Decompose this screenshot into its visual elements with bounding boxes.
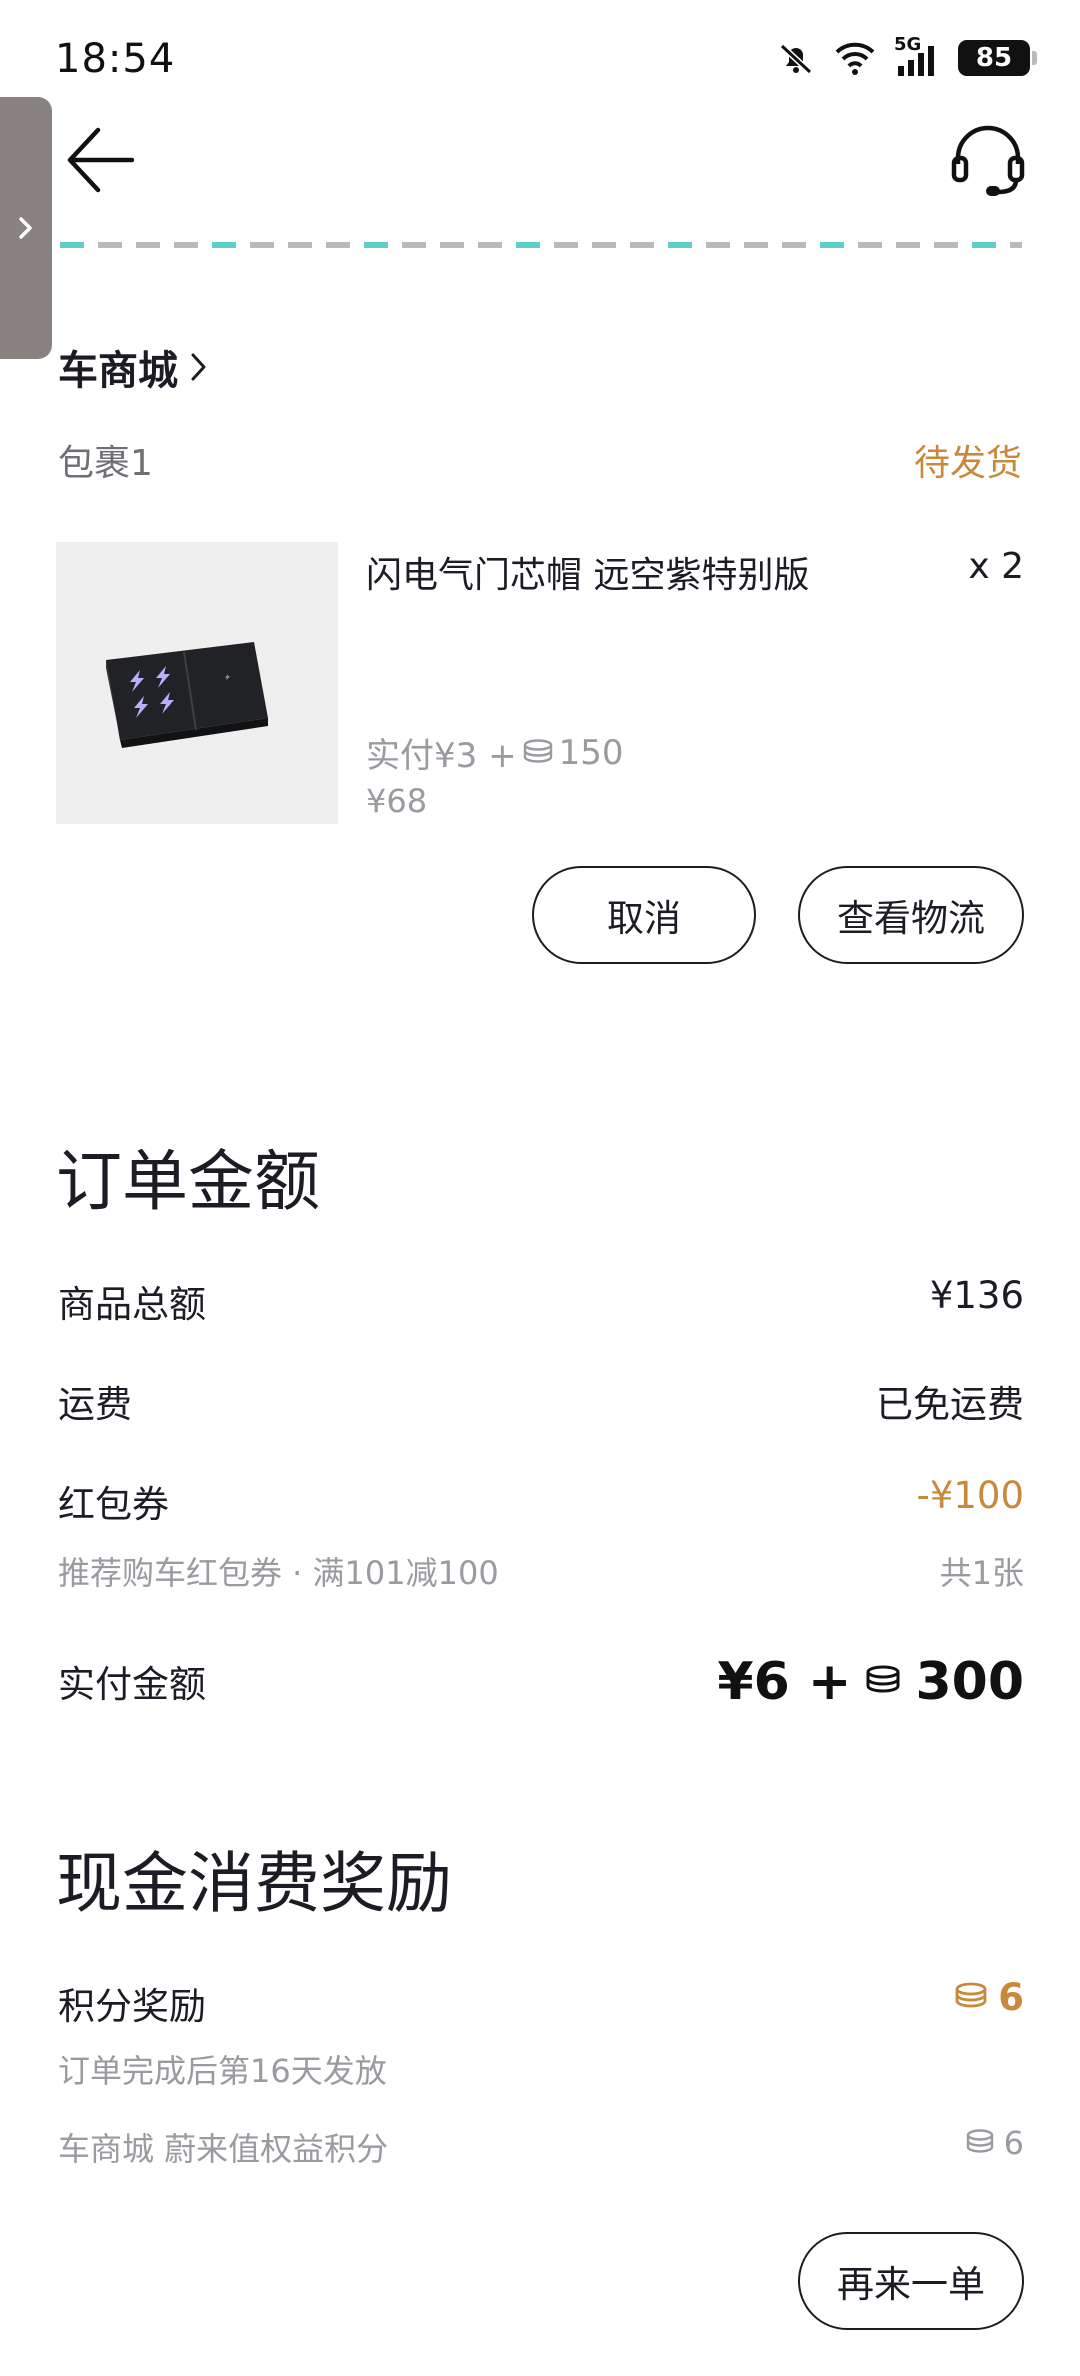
goods-total-value: ¥136	[929, 1274, 1024, 1317]
chevron-right-icon	[191, 353, 206, 381]
product-quantity: x 2	[968, 546, 1024, 587]
shipping-label: 运费	[58, 1383, 132, 1426]
order-amount-title: 订单金额	[56, 1143, 320, 1220]
wifi-icon	[835, 42, 875, 75]
view-logistics-button[interactable]: 查看物流	[798, 866, 1024, 964]
order-detail-page: 18:54 5G 85 车商城 包裹1 待发货 闪电气门芯帽 远空紫特别版 x …	[0, 0, 1080, 2376]
chevron-right-icon	[19, 217, 32, 239]
reorder-button[interactable]: 再来一单	[798, 2232, 1024, 2330]
mute-bell-icon	[779, 43, 813, 75]
package-status: 待发货	[913, 443, 1022, 484]
coupon-label: 红包券	[58, 1483, 169, 1526]
headset-icon	[951, 125, 1025, 196]
points-coin-icon	[955, 1982, 987, 2007]
points-detail-value: 6	[964, 2124, 1024, 2162]
store-link[interactable]: 车商城	[58, 338, 210, 396]
customer-service-button[interactable]	[948, 120, 1028, 200]
side-drawer-tab[interactable]	[0, 97, 52, 359]
paid-amount-value: ¥6 + 300	[717, 1652, 1024, 1712]
points-coin-icon	[966, 2129, 993, 2153]
status-time: 18:54	[55, 36, 176, 82]
goods-total-label: 商品总额	[58, 1283, 206, 1326]
coupon-value: -¥100	[916, 1474, 1024, 1517]
coupon-description: 推荐购车红包券 · 满101减100	[58, 1554, 499, 1592]
shipping-value: 已免运费	[876, 1383, 1024, 1426]
points-reward-value: 6	[952, 1976, 1024, 2019]
battery-icon: 85	[958, 40, 1037, 76]
cancel-order-button[interactable]: 取消	[532, 866, 756, 964]
status-icons: 5G 85	[776, 34, 1037, 78]
arrow-left-icon	[67, 127, 135, 193]
store-title: 车商城	[58, 348, 178, 394]
product-image[interactable]	[56, 542, 338, 824]
points-coin-icon	[523, 738, 552, 763]
product-original-price: ¥68	[366, 782, 428, 820]
product-name[interactable]: 闪电气门芯帽 远空紫特别版	[366, 546, 809, 598]
points-detail-label: 车商城 蔚来值权益积分	[58, 2130, 389, 2168]
coupon-count: 共1张	[939, 1554, 1024, 1592]
signal-5g-icon: 5G	[894, 34, 940, 78]
cash-reward-title: 现金消费奖励	[56, 1845, 452, 1922]
address-dashed-divider	[60, 242, 1022, 248]
points-coin-icon	[866, 1665, 900, 1693]
package-label: 包裹1	[58, 443, 153, 484]
paid-amount-label: 实付金额	[58, 1663, 206, 1706]
back-button[interactable]	[66, 122, 136, 198]
points-reward-label: 积分奖励	[58, 1985, 206, 2028]
product-paid-amount: 实付¥3 + 150	[366, 732, 624, 777]
points-reward-note: 订单完成后第16天发放	[58, 2052, 387, 2090]
